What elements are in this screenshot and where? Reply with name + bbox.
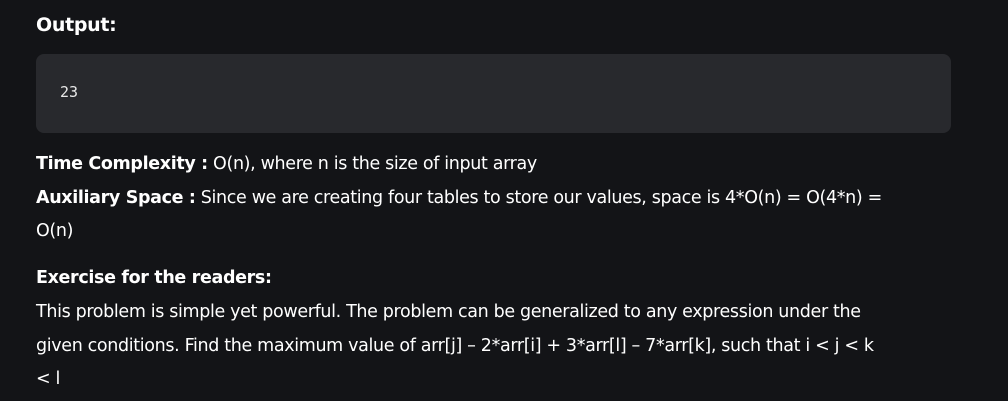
exercise-text-line-1: This problem is simple yet powerful. The…	[36, 302, 861, 322]
code-output-block: 23	[36, 54, 951, 133]
auxiliary-space-line: Auxiliary Space : Since we are creating …	[36, 186, 882, 210]
exercise-text-line-2: given conditions. Find the maximum value…	[36, 336, 874, 356]
auxiliary-space-label: Auxiliary Space :	[36, 188, 196, 208]
time-complexity-value: O(n), where n is the size of input array	[207, 154, 537, 174]
auxiliary-space-continuation: O(n)	[36, 221, 74, 241]
exercise-text-line-3: < l	[36, 369, 61, 389]
exercise-heading: Exercise for the readers:	[36, 268, 272, 288]
article-content: Output: 23 Time Complexity : O(n), where…	[0, 0, 1008, 401]
output-heading: Output:	[36, 14, 117, 36]
time-complexity-label: Time Complexity :	[36, 154, 208, 174]
time-complexity-line: Time Complexity : O(n), where n is the s…	[36, 152, 537, 176]
auxiliary-space-value: Since we are creating four tables to sto…	[195, 188, 882, 208]
code-output-text: 23	[60, 83, 79, 101]
